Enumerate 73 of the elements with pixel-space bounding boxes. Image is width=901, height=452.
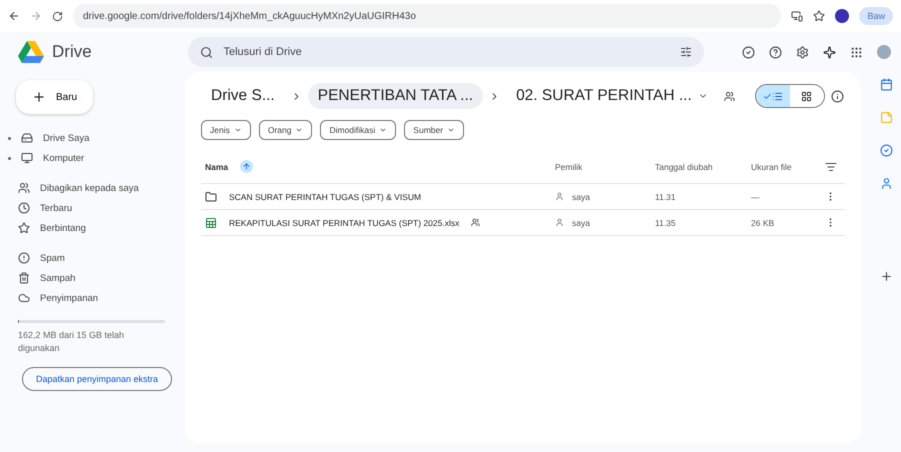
star-icon	[18, 222, 30, 234]
file-size: —	[751, 192, 760, 202]
drive-logo-icon	[18, 41, 44, 63]
app-name: Drive	[52, 42, 92, 62]
modified-date: 11.31	[655, 192, 676, 202]
column-header[interactable]: Pemilik	[555, 162, 582, 172]
breadcrumb[interactable]: PENERTIBAN TATA ...	[308, 83, 484, 109]
add-icon[interactable]	[880, 270, 892, 283]
trash-icon	[18, 272, 30, 284]
clock-icon	[18, 202, 30, 214]
file-name: REKAPITULASI SURAT PERINTAH TUGAS (SPT) 2025.xlsx	[229, 218, 460, 228]
search-field[interactable]: Telusuri di Drive	[188, 37, 704, 67]
apps-icon[interactable]	[850, 46, 863, 58]
column-header[interactable]: Nama	[205, 162, 228, 172]
shared-icon	[471, 218, 480, 227]
avatar[interactable]	[835, 9, 850, 23]
address-bar[interactable]: drive.google.com/drive/folders/14jXheMm_ckAguucHyMXn2yUaUGIRH43o	[73, 4, 782, 28]
sidebar-item[interactable]: Terbaru	[8, 198, 185, 218]
check-circle-icon[interactable]	[742, 46, 755, 58]
people-icon[interactable]	[724, 90, 735, 102]
info-icon[interactable]	[830, 90, 844, 102]
check-icon	[762, 92, 772, 100]
calendar-icon[interactable]	[880, 78, 892, 91]
spreadsheet-icon	[205, 216, 217, 228]
storage-text: 162,2 MB dari 15 GB telah digunakan	[17, 329, 126, 355]
sidebar-item[interactable]: Penyimpanan	[8, 288, 185, 308]
contacts-icon[interactable]	[880, 177, 892, 190]
owner-icon	[555, 218, 564, 227]
settings-icon[interactable]	[796, 46, 809, 58]
breadcrumb[interactable]: Drive S...	[201, 83, 285, 109]
sidebar-item[interactable]: Sampah	[8, 268, 185, 288]
file-row[interactable]: REKAPITULASI SURAT PERINTAH TUGAS (SPT) 2025.xlsx saya 11.35 26 KB	[201, 210, 845, 236]
spam-icon	[18, 252, 30, 264]
new-button[interactable]: Baru	[16, 80, 94, 114]
filter-chip[interactable]: Sumber	[404, 120, 464, 140]
file-row[interactable]: SCAN SURAT PERINTAH TUGAS (SPT) & VISUM saya 11.31 —	[201, 184, 845, 210]
grid-icon	[801, 90, 812, 102]
filter-chip[interactable]: Jenis	[201, 120, 251, 140]
modified-date: 11.35	[655, 218, 676, 228]
filter-sliders-icon	[680, 46, 692, 58]
search-icon	[200, 46, 214, 58]
profile-button[interactable]: Baw	[859, 7, 893, 25]
owner: saya	[572, 218, 590, 228]
sidebar-item[interactable]: Komputer	[8, 148, 185, 168]
sidebar-item[interactable]: Drive Saya	[8, 128, 185, 148]
folder-icon	[205, 190, 217, 202]
filter-chip[interactable]: Dimodifikasi	[320, 120, 396, 140]
owner-icon	[555, 192, 564, 201]
breadcrumb[interactable]: 02. SURAT PERINTAH ...	[506, 83, 718, 109]
sparkle-icon[interactable]	[823, 46, 836, 58]
sidebar-item[interactable]: Spam	[8, 248, 185, 268]
help-icon[interactable]	[769, 46, 782, 58]
sidebar-item[interactable]: Dibagikan kepada saya	[8, 178, 185, 198]
bookmark-star-icon[interactable]	[813, 10, 826, 22]
file-name: SCAN SURAT PERINTAH TUGAS (SPT) & VISUM	[229, 192, 422, 202]
back-icon[interactable]	[8, 10, 20, 22]
plus-icon	[32, 90, 46, 104]
get-storage-button[interactable]: Dapatkan penyimpanan ekstra	[22, 367, 172, 391]
people-icon	[18, 182, 30, 194]
column-header[interactable]: Ukuran file	[751, 162, 792, 172]
computer-icon	[21, 152, 33, 164]
cloud-icon	[18, 292, 30, 304]
file-size: 26 KB	[751, 218, 774, 228]
owner: saya	[572, 192, 590, 202]
screen-icon[interactable]	[791, 10, 804, 22]
list-view-button[interactable]	[756, 85, 790, 107]
tasks-icon[interactable]	[880, 144, 892, 157]
reload-icon[interactable]	[52, 10, 63, 22]
filter-chip[interactable]: Orang	[258, 120, 312, 140]
sidebar-item[interactable]: Berbintang	[8, 218, 185, 238]
sort-options-icon[interactable]	[825, 160, 837, 172]
column-header[interactable]: Tanggal diubah	[655, 162, 713, 172]
drive-icon	[21, 132, 33, 144]
